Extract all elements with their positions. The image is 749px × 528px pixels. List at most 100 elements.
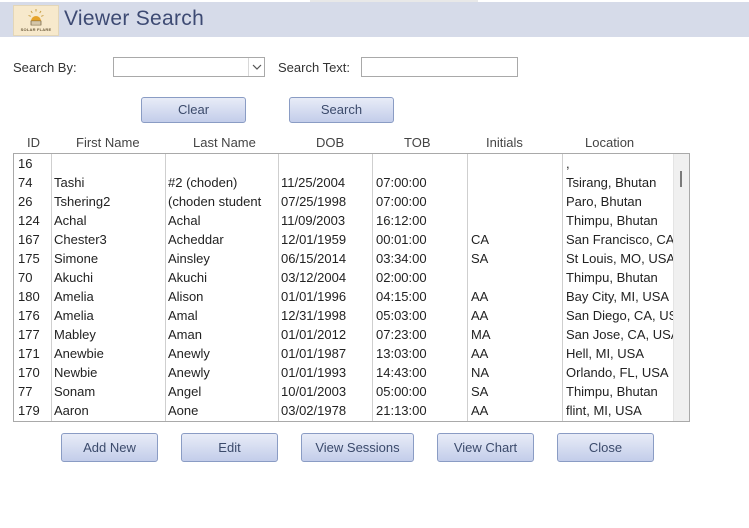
cell-initials: NA bbox=[471, 365, 490, 380]
cell-id: 26 bbox=[18, 194, 33, 209]
list-row[interactable]: 176 Amelia Amal 12/31/1998 05:03:00 AA S… bbox=[14, 306, 674, 325]
page-title: Viewer Search bbox=[64, 7, 205, 30]
list-row[interactable]: 180 Amelia Alison 01/01/1996 04:15:00 AA… bbox=[14, 287, 674, 306]
cell-initials: CA bbox=[471, 232, 490, 247]
cell-location: Bay City, MI, USA bbox=[566, 289, 670, 304]
cell-first-name: Chester3 bbox=[54, 232, 107, 247]
column-header-id: ID bbox=[27, 135, 40, 150]
cell-first-name: Amelia bbox=[54, 308, 94, 323]
cell-location: Tsirang, Bhutan bbox=[566, 175, 657, 190]
cell-initials bbox=[471, 192, 560, 211]
results-list[interactable]: 16 , 74 Tashi #2 (choden) 11/25/2004 07:… bbox=[13, 153, 690, 422]
search-by-label: Search By: bbox=[13, 60, 77, 75]
cell-id: 170 bbox=[18, 365, 40, 380]
cell-tob: 04:15:00 bbox=[376, 289, 427, 304]
cell-id: 171 bbox=[18, 346, 40, 361]
cell-id: 180 bbox=[18, 289, 40, 304]
cell-tob: 07:00:00 bbox=[376, 194, 427, 209]
cell-tob: 14:43:00 bbox=[376, 365, 427, 380]
cell-dob: 03/02/1978 bbox=[281, 403, 347, 418]
cell-location: St Louis, MO, USA bbox=[566, 251, 674, 266]
vertical-scrollbar[interactable] bbox=[673, 154, 689, 421]
list-row[interactable]: 70 Akuchi Akuchi 03/12/2004 02:00:00 Thi… bbox=[14, 268, 674, 287]
scrollbar-thumb[interactable] bbox=[680, 171, 682, 187]
form-header: SOLAR FLARE Viewer Search bbox=[0, 2, 749, 37]
cell-first-name: Tshering2 bbox=[54, 194, 111, 209]
search-by-combobox[interactable] bbox=[113, 57, 265, 77]
clear-button[interactable]: Clear bbox=[141, 97, 246, 123]
cell-first-name bbox=[54, 154, 163, 173]
cell-first-name: Akuchi bbox=[54, 270, 94, 285]
cell-id: 124 bbox=[18, 213, 40, 228]
view-chart-button[interactable]: View Chart bbox=[437, 433, 534, 462]
cell-tob: 03:34:00 bbox=[376, 251, 427, 266]
cell-initials: MA bbox=[471, 327, 491, 342]
list-row[interactable]: 170 Newbie Anewly 01/01/1993 14:43:00 NA… bbox=[14, 363, 674, 382]
cell-dob: 01/01/2012 bbox=[281, 327, 347, 342]
cell-id: 179 bbox=[18, 403, 40, 418]
cell-location: , bbox=[566, 156, 570, 171]
cell-dob: 06/15/2014 bbox=[281, 251, 347, 266]
edit-button[interactable]: Edit bbox=[181, 433, 278, 462]
cell-last-name: Akuchi bbox=[168, 270, 208, 285]
cell-first-name: Mabley bbox=[54, 327, 96, 342]
cell-initials: AA bbox=[471, 289, 489, 304]
list-row[interactable]: 124 Achal Achal 11/09/2003 16:12:00 Thim… bbox=[14, 211, 674, 230]
cell-dob: 01/01/1996 bbox=[281, 289, 347, 304]
list-row[interactable]: 26 Tshering2 (choden student 07/25/1998 … bbox=[14, 192, 674, 211]
list-row[interactable]: 74 Tashi #2 (choden) 11/25/2004 07:00:00… bbox=[14, 173, 674, 192]
cell-initials: AA bbox=[471, 346, 489, 361]
close-button[interactable]: Close bbox=[557, 433, 654, 462]
cell-tob: 07:23:00 bbox=[376, 327, 427, 342]
cell-first-name: Newbie bbox=[54, 365, 98, 380]
cell-id: 70 bbox=[18, 270, 33, 285]
cell-dob: 12/31/1998 bbox=[281, 308, 347, 323]
column-header-location: Location bbox=[585, 135, 635, 150]
cell-last-name: Aman bbox=[168, 327, 202, 342]
cell-first-name: Sonam bbox=[54, 384, 96, 399]
search-button[interactable]: Search bbox=[289, 97, 394, 123]
cell-id: 77 bbox=[18, 384, 33, 399]
cell-tob: 05:00:00 bbox=[376, 384, 427, 399]
search-text-input[interactable] bbox=[361, 57, 518, 77]
cell-tob bbox=[376, 154, 465, 173]
list-row[interactable]: 16 , bbox=[14, 154, 674, 173]
column-header-tob: TOB bbox=[404, 135, 431, 150]
cell-tob: 07:00:00 bbox=[376, 175, 427, 190]
list-row[interactable]: 179 Aaron Aone 03/02/1978 21:13:00 AA fl… bbox=[14, 401, 674, 420]
cell-tob: 16:12:00 bbox=[376, 213, 427, 228]
list-row[interactable]: 77 Sonam Angel 10/01/2003 05:00:00 SA Th… bbox=[14, 382, 674, 401]
cell-id: 177 bbox=[18, 327, 40, 342]
cell-location: Thimpu, Bhutan bbox=[566, 270, 658, 285]
cell-initials bbox=[471, 268, 560, 287]
cell-location: Orlando, FL, USA bbox=[566, 365, 669, 380]
cell-tob: 05:03:00 bbox=[376, 308, 427, 323]
cell-first-name: Anewbie bbox=[54, 346, 104, 361]
cell-location: Hell, MI, USA bbox=[566, 346, 645, 361]
logo-text: SOLAR FLARE bbox=[20, 27, 52, 32]
cell-id: 16 bbox=[18, 156, 33, 171]
list-row[interactable]: 175 Simone Ainsley 06/15/2014 03:34:00 S… bbox=[14, 249, 674, 268]
column-header-dob: DOB bbox=[316, 135, 345, 150]
list-row[interactable]: 171 Anewbie Anewly 01/01/1987 13:03:00 A… bbox=[14, 344, 674, 363]
view-sessions-button[interactable]: View Sessions bbox=[301, 433, 414, 462]
cell-initials bbox=[471, 211, 560, 230]
chevron-down-icon[interactable] bbox=[248, 58, 264, 76]
list-row[interactable]: 167 Chester3 Acheddar 12/01/1959 00:01:0… bbox=[14, 230, 674, 249]
cell-tob: 21:13:00 bbox=[376, 403, 427, 418]
cell-last-name: Acheddar bbox=[168, 232, 224, 247]
cell-dob: 01/01/1993 bbox=[281, 365, 347, 380]
cell-first-name: Achal bbox=[54, 213, 87, 228]
cell-dob: 11/09/2003 bbox=[281, 213, 346, 228]
list-row[interactable]: 177 Mabley Aman 01/01/2012 07:23:00 MA S… bbox=[14, 325, 674, 344]
solar-flare-logo: SOLAR FLARE bbox=[13, 5, 59, 36]
cell-last-name: Anewly bbox=[168, 365, 210, 380]
cell-dob bbox=[281, 154, 370, 173]
cell-dob: 12/01/1959 bbox=[281, 232, 347, 247]
add-new-button[interactable]: Add New bbox=[61, 433, 158, 462]
cell-location: San Diego, CA, US bbox=[566, 308, 674, 323]
cell-dob: 01/01/1987 bbox=[281, 346, 347, 361]
column-header-initials: Initials bbox=[486, 135, 523, 150]
cell-dob: 03/12/2004 bbox=[281, 270, 347, 285]
cell-id: 175 bbox=[18, 251, 40, 266]
